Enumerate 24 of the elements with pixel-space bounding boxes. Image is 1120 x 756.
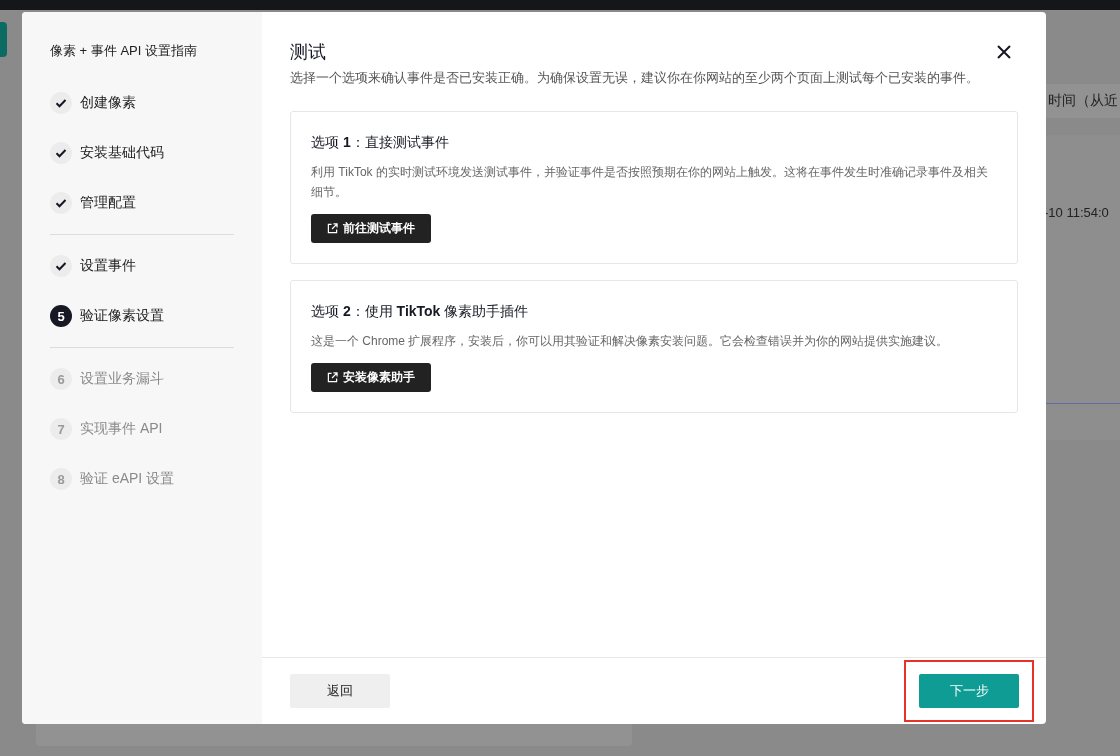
column-header: 时间（从近	[1048, 92, 1118, 110]
dialog-description: 选择一个选项来确认事件是否已安装正确。为确保设置无误，建议你在你网站的至少两个页面上测试每个已安装的事件。	[290, 70, 980, 87]
option-title: 选项 2：使用 TikTok 像素助手插件	[311, 303, 530, 321]
step-label[interactable]: 设置事件	[80, 257, 136, 275]
step-number: 8	[50, 468, 72, 490]
step-label[interactable]: 创建像素	[80, 94, 136, 112]
link-button[interactable]: 安装像素助手	[311, 363, 431, 392]
table-cell: -10 11:54:0	[1044, 205, 1109, 220]
step-label[interactable]: 管理配置	[80, 194, 136, 212]
back-button[interactable]: 返回	[290, 674, 390, 708]
sidebar-title: 像素 + 事件 API 设置指南	[50, 42, 198, 60]
option-title: 选项 1：直接测试事件	[311, 134, 450, 152]
external-link-icon	[327, 223, 338, 234]
step-number: 5	[50, 305, 72, 327]
option-description: 这是一个 Chrome 扩展程序，安装后，你可以用其验证和解决像素安装问题。它会检查错误并为你的网站提供实施建议。	[311, 333, 950, 350]
close-icon	[997, 45, 1011, 59]
step-label[interactable]: 验证像素设置	[80, 307, 164, 325]
option-description: 利用 TikTok 的实时测试环境发送测试事件，并验证事件是否按照预期在你的网站上触发。这将在事件发生时准确记录事件及相关细节。	[311, 164, 989, 201]
dialog-title: 测试	[290, 41, 326, 64]
step-label[interactable]: 安装基础代码	[80, 144, 164, 162]
external-link-icon	[327, 372, 338, 383]
step-number: 6	[50, 368, 72, 390]
link-button[interactable]: 前往测试事件	[311, 214, 431, 243]
step-number: 7	[50, 418, 72, 440]
